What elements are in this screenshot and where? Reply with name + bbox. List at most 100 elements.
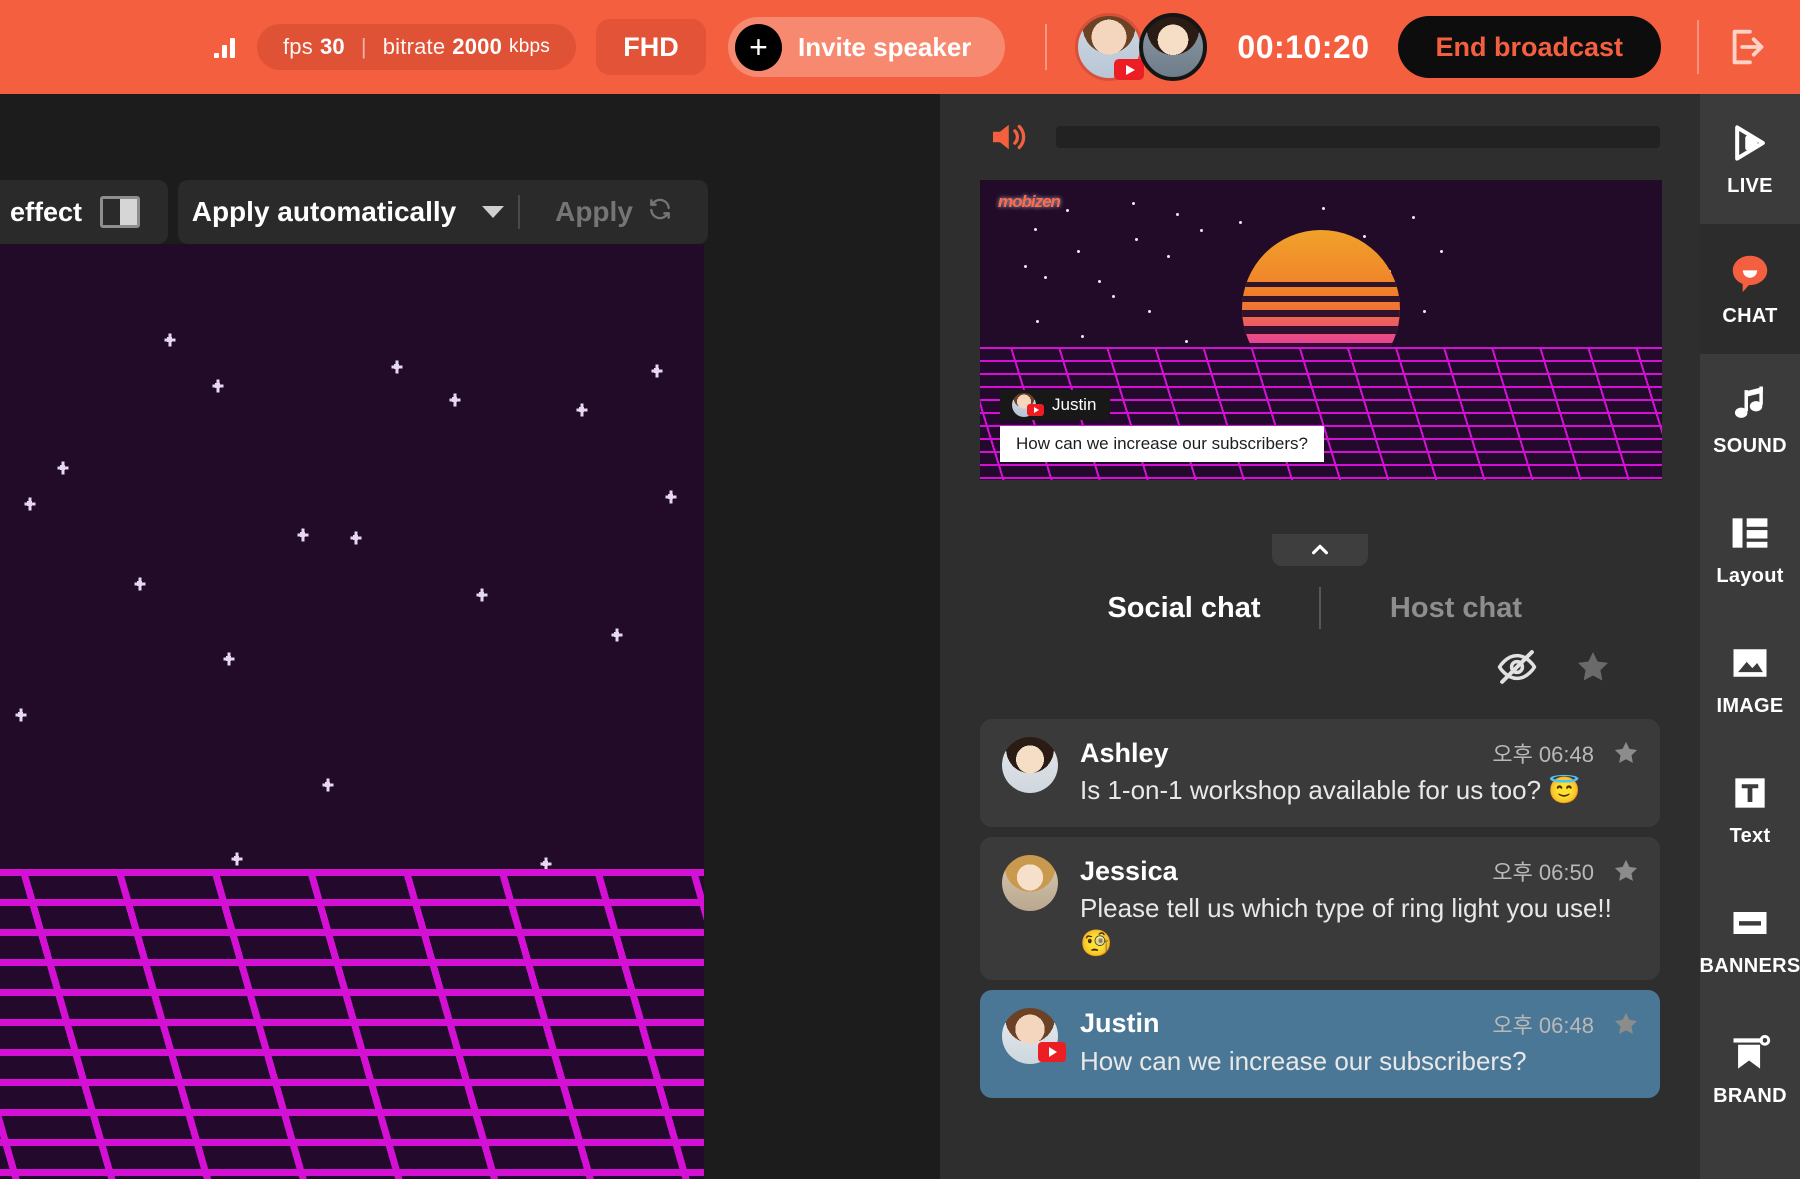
chat-avatar (1002, 737, 1058, 793)
chat-action-icons (1496, 646, 1612, 688)
play-triangle-icon (1728, 121, 1772, 165)
favorite-star-icon[interactable] (1612, 739, 1640, 767)
favorite-star-icon[interactable] (1612, 857, 1640, 885)
chat-tabs: Social chat Host chat (940, 576, 1700, 640)
chat-message-header: Justin 오후 06:48 (1080, 1008, 1640, 1040)
right-chat-panel: mobizen Justin How can we increase our s… (940, 94, 1700, 1179)
banner-icon (1728, 901, 1772, 945)
volume-control-row (940, 94, 1700, 158)
speaker-avatars (1075, 13, 1208, 81)
chat-message-body: Ashley 오후 06:48 Is 1-on-1 workshop availab… (1080, 737, 1640, 807)
chat-bubble-icon (1728, 251, 1772, 295)
toolbar-item-banners[interactable]: BANNERS (1700, 874, 1800, 1004)
overlay-chat-name: Justin (1000, 390, 1111, 420)
collapse-preview-button[interactable] (1272, 534, 1368, 566)
avatar-speaker-1[interactable] (1075, 13, 1145, 81)
toolbar-item-label: IMAGE (1716, 694, 1784, 717)
canvas-area: effect Apply automatically Apply (0, 94, 940, 1179)
chat-message-header: Jessica 오후 06:50 (1080, 855, 1640, 887)
chat-message-body: Justin 오후 06:48 How can we increase our su… (1080, 1008, 1640, 1078)
fps-label: fps (283, 34, 313, 59)
overlay-name-label: Justin (1052, 395, 1097, 414)
chat-message-text: How can we increase our subscribers? (1080, 1045, 1527, 1076)
chat-message-text: Please tell us which type of ring light … (1080, 893, 1612, 958)
header-divider (1045, 24, 1048, 70)
bitrate-unit: kbps (509, 36, 550, 57)
toolbar-item-chat[interactable]: CHAT (1700, 224, 1800, 354)
bitrate-label: bitrate (382, 34, 446, 59)
toolbar-item-label: Layout (1716, 564, 1784, 587)
retro-grid-floor (0, 869, 704, 1179)
toolbar-item-brand[interactable]: BRAND (1700, 1004, 1800, 1134)
chat-message-header: Ashley 오후 06:48 (1080, 737, 1640, 769)
stream-stats-pill: fps 30 | bitrate 2000 kbps (257, 24, 576, 70)
toolbar-item-label: BANNERS (1699, 954, 1800, 977)
toolbar-item-label: CHAT (1722, 304, 1778, 327)
toolbar-item-label: Text (1729, 824, 1771, 847)
chat-avatar (1002, 1007, 1066, 1064)
apply-button[interactable]: Apply (520, 196, 708, 229)
youtube-badge-icon (1038, 1041, 1066, 1062)
toolbar-item-label: SOUND (1713, 434, 1787, 457)
chevron-up-icon (1309, 539, 1331, 561)
top-header-bar: fps 30 | bitrate 2000 kbps FHD + Invite … (0, 0, 1800, 94)
toolbar-item-label: BRAND (1713, 1084, 1787, 1107)
favorite-star-icon[interactable] (1612, 1010, 1640, 1038)
split-toggle-icon[interactable] (100, 196, 140, 228)
apply-mode-select[interactable]: Apply automatically (178, 180, 518, 244)
eye-off-icon[interactable] (1496, 646, 1538, 688)
exit-icon[interactable] (1725, 24, 1771, 70)
toolbar-item-layout[interactable]: Layout (1700, 484, 1800, 614)
apply-button-label: Apply (555, 196, 633, 227)
resolution-button[interactable]: FHD (595, 19, 706, 75)
chat-message-list[interactable]: Ashley 오후 06:48 Is 1-on-1 workshop availab… (980, 719, 1660, 1108)
resolution-label: FHD (623, 31, 679, 62)
right-toolbar: LIVE CHAT SOUND Layout IMAGE Text BANNERS BRAND (1700, 94, 1800, 1179)
bitrate-value: 2000 (452, 34, 503, 59)
chat-author-name: Jessica (1080, 855, 1178, 886)
invite-speaker-label: Invite speaker (797, 31, 972, 62)
star-icon[interactable] (1574, 648, 1612, 686)
apply-controls-group: Apply automatically Apply (178, 180, 708, 244)
overlay-chat-message: How can we increase our subscribers? (1000, 426, 1324, 462)
chat-message-row[interactable]: Jessica 오후 06:50 Please tell us which type… (980, 837, 1660, 980)
live-canvas-preview[interactable] (0, 244, 704, 1179)
chat-timestamp: 오후 06:48 (1492, 1012, 1594, 1038)
toolbar-item-sound[interactable]: SOUND (1700, 354, 1800, 484)
tab-host-chat[interactable]: Host chat (1321, 592, 1591, 625)
chat-author-name: Justin (1080, 1008, 1160, 1039)
layout-grid-icon (1728, 511, 1772, 555)
toolbar-item-image[interactable]: IMAGE (1700, 614, 1800, 744)
speaker-icon[interactable] (986, 116, 1028, 158)
chat-message-row[interactable]: Justin 오후 06:48 How can we increase our su… (980, 989, 1660, 1099)
chat-timestamp: 오후 06:48 (1492, 742, 1594, 767)
avatar-speaker-2[interactable] (1139, 13, 1208, 81)
volume-slider[interactable] (1056, 126, 1660, 148)
chat-message-body: Jessica 오후 06:50 Please tell us which type… (1080, 855, 1640, 960)
invite-speaker-button[interactable]: + Invite speaker (727, 17, 1006, 77)
refresh-icon (647, 196, 673, 229)
chat-avatar (1002, 855, 1058, 912)
image-icon (1728, 641, 1772, 685)
overlay-avatar (1012, 393, 1044, 417)
signal-bars-icon (214, 36, 235, 58)
text-t-icon (1728, 771, 1772, 815)
chat-message-row[interactable]: Ashley 오후 06:48 Is 1-on-1 workshop availab… (980, 719, 1660, 828)
header-divider-2 (1697, 20, 1700, 74)
toolbar-item-live[interactable]: LIVE (1700, 94, 1800, 224)
youtube-badge-icon (1114, 59, 1145, 80)
broadcast-timer: 00:10:20 (1237, 28, 1370, 65)
toolbar-item-text[interactable]: Text (1700, 744, 1800, 874)
brand-flag-icon (1728, 1031, 1772, 1075)
effect-label: effect (9, 196, 82, 227)
chevron-down-icon (482, 206, 505, 218)
mobizen-watermark: mobizen (998, 192, 1061, 211)
end-broadcast-button[interactable]: End broadcast (1397, 16, 1662, 78)
effect-toggle-chip[interactable]: effect (0, 180, 168, 244)
tab-social-chat[interactable]: Social chat (1049, 592, 1319, 625)
plus-icon: + (734, 23, 782, 71)
end-broadcast-label: End broadcast (1435, 31, 1624, 62)
overlay-youtube-badge-icon (1027, 404, 1044, 416)
stream-preview[interactable]: mobizen Justin How can we increase our s… (980, 180, 1662, 480)
apply-mode-value: Apply automatically (191, 196, 457, 227)
